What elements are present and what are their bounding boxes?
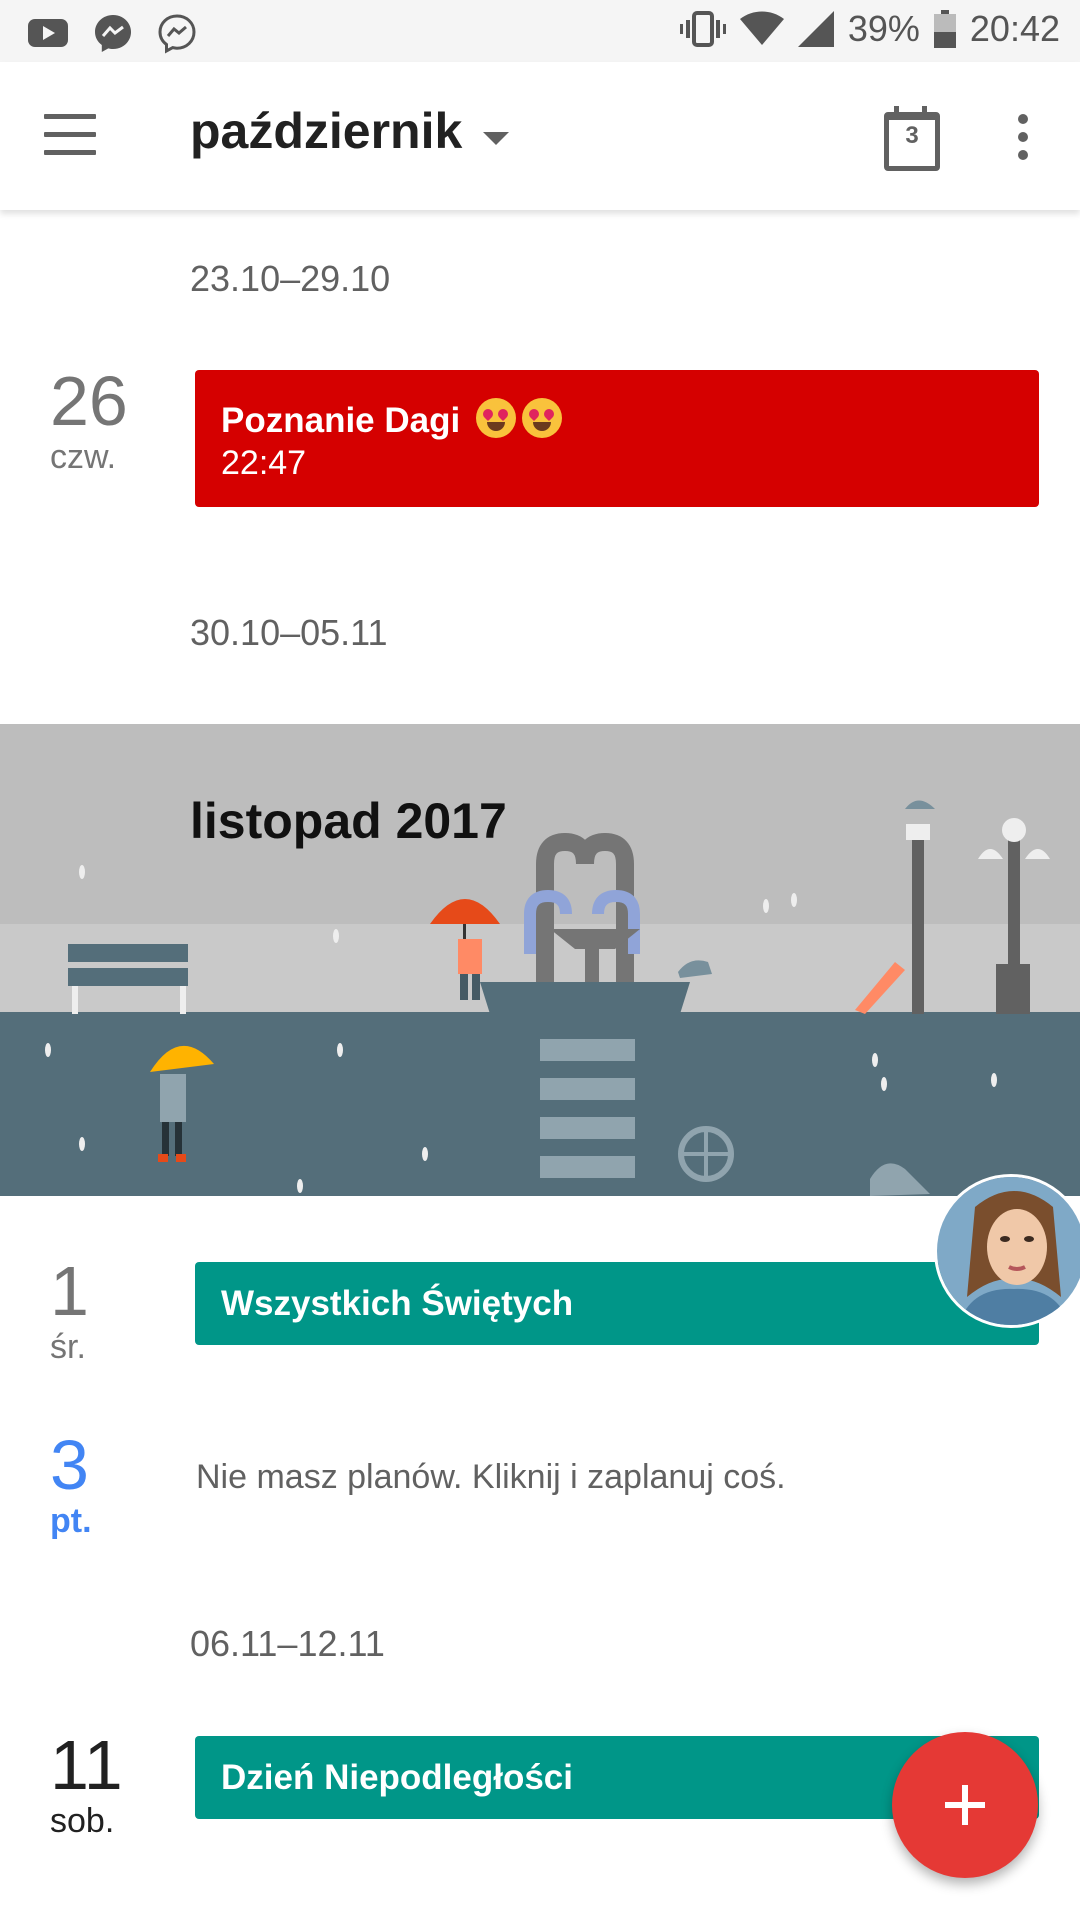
day-number-today[interactable]: 3 bbox=[50, 1430, 89, 1500]
heart-eyes-emoji-icon bbox=[475, 398, 516, 438]
day-number[interactable]: 1 bbox=[50, 1256, 89, 1326]
profile-avatar[interactable] bbox=[934, 1174, 1080, 1328]
vibrate-icon bbox=[679, 11, 726, 47]
week-range: 23.10–29.10 bbox=[190, 258, 391, 299]
more-vert-icon[interactable] bbox=[1012, 114, 1034, 166]
day-number[interactable]: 11 bbox=[50, 1730, 123, 1800]
clock: 20:42 bbox=[969, 8, 1060, 49]
event-title: Poznanie Dagi bbox=[221, 401, 461, 440]
month-banner-illustration bbox=[0, 724, 1080, 1196]
add-event-button[interactable] bbox=[892, 1732, 1038, 1878]
month-banner-title: listopad 2017 bbox=[190, 793, 507, 849]
week-range: 30.10–05.11 bbox=[190, 612, 388, 653]
battery-percent: 39% bbox=[847, 8, 920, 49]
today-date: 3 bbox=[905, 122, 919, 149]
calendar-today-icon[interactable]: 3 bbox=[884, 106, 940, 171]
heart-eyes-emoji-icon bbox=[521, 398, 562, 438]
month-selector[interactable]: październik bbox=[190, 102, 462, 160]
day-name-today: pt. bbox=[50, 1502, 92, 1540]
event-title: Wszystkich Świętych bbox=[221, 1284, 574, 1323]
day-name: śr. bbox=[50, 1328, 86, 1366]
dropdown-caret-icon[interactable] bbox=[483, 132, 509, 145]
no-plans-prompt[interactable]: Nie masz planów. Kliknij i zaplanuj coś. bbox=[196, 1458, 786, 1497]
week-range: 06.11–12.11 bbox=[190, 1623, 385, 1664]
menu-icon[interactable] bbox=[44, 114, 96, 158]
day-number[interactable]: 26 bbox=[50, 366, 128, 436]
app-bar: październik 3 bbox=[0, 62, 1080, 210]
event-time: 22:47 bbox=[221, 444, 307, 482]
battery-icon bbox=[933, 10, 956, 48]
status-bar: 39% 20:42 bbox=[0, 0, 1080, 62]
event-poznanie-dagi[interactable]: Poznanie Dagi 22:47 bbox=[195, 370, 1039, 507]
messenger-outline-icon bbox=[158, 14, 196, 54]
event-wszystkich-swietych[interactable]: Wszystkich Świętych bbox=[195, 1262, 1039, 1345]
wifi-icon bbox=[739, 11, 784, 45]
messenger-icon bbox=[95, 15, 131, 52]
day-name: czw. bbox=[50, 438, 117, 476]
youtube-icon bbox=[28, 19, 68, 47]
day-name: sob. bbox=[50, 1802, 115, 1840]
event-title: Dzień Niepodległości bbox=[221, 1758, 573, 1797]
signal-icon bbox=[797, 11, 834, 47]
